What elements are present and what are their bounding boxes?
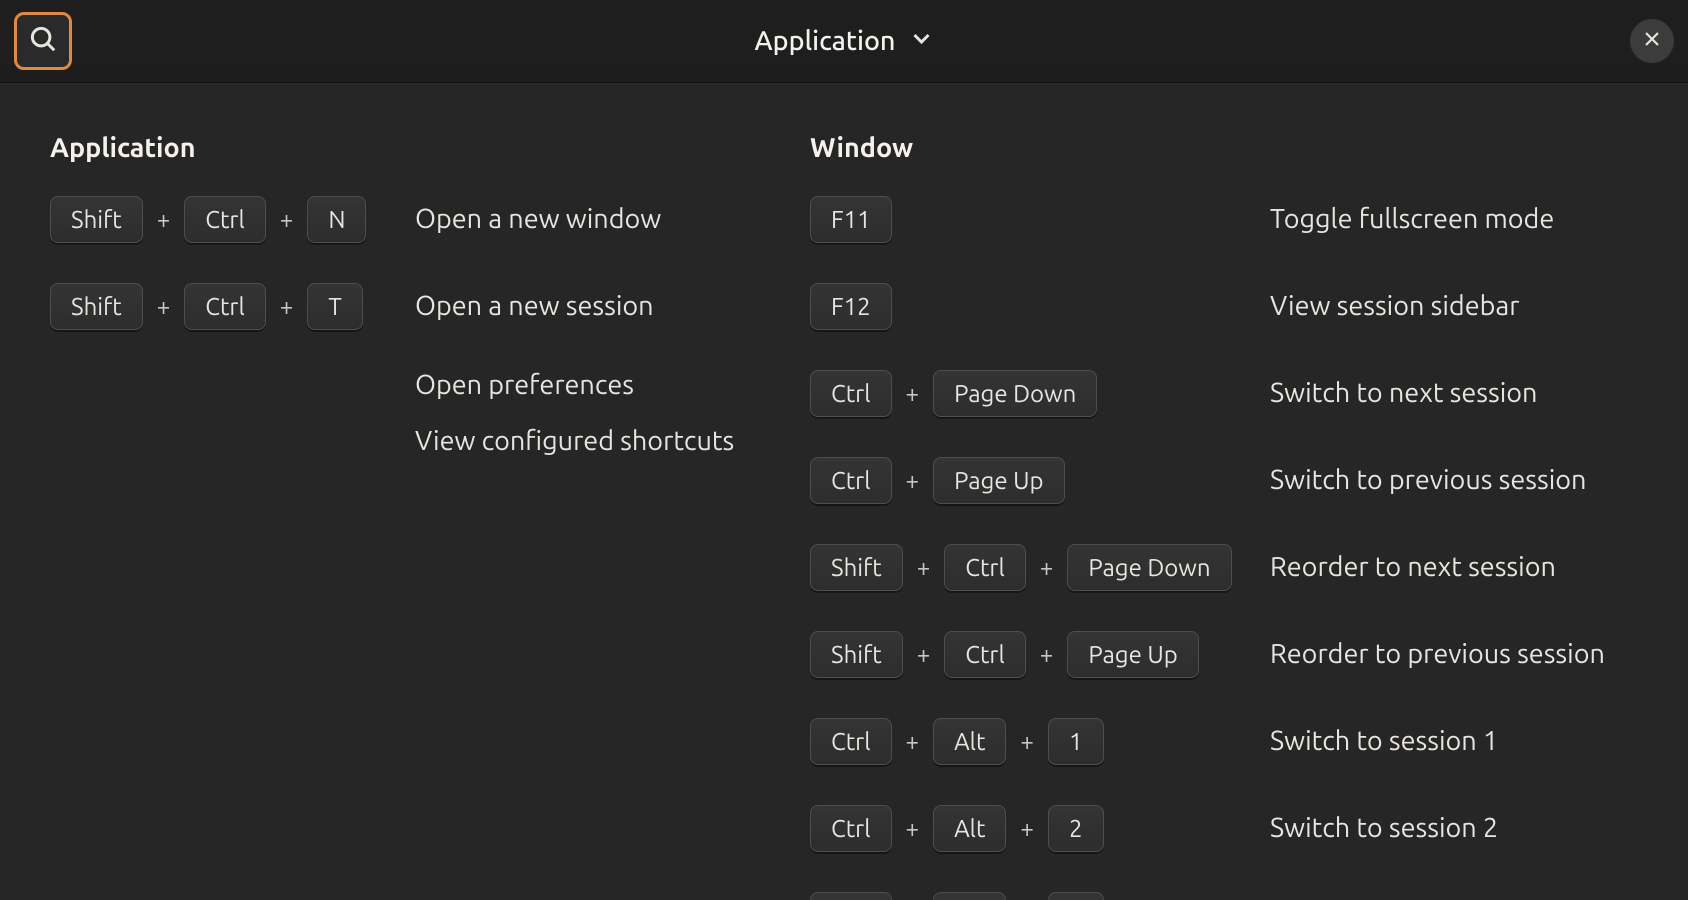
shortcut-description: Switch to next session [1270, 378, 1537, 408]
key-cap: Alt [933, 718, 1006, 765]
key-cap: Page Up [1067, 631, 1198, 678]
key-cap: 2 [1048, 805, 1104, 852]
shortcut-description: Switch to session 2 [1270, 813, 1498, 843]
key-cap: Alt [933, 892, 1006, 900]
key-cap: T [307, 283, 362, 330]
plus-separator: + [1016, 815, 1038, 842]
key-cap: Ctrl [944, 544, 1026, 591]
plus-separator: + [1036, 554, 1058, 581]
shortcut-description: View session sidebar [1270, 291, 1520, 321]
shortcut-keys: Shift + Ctrl + Page Down [810, 544, 1270, 591]
shortcut-keys: F12 [810, 283, 1270, 330]
plus-separator: + [902, 467, 924, 494]
shortcut-row: Open preferences [50, 365, 810, 405]
key-cap: F12 [810, 283, 892, 330]
key-cap: Ctrl [944, 631, 1026, 678]
plus-separator: + [1036, 641, 1058, 668]
shortcut-description: Switch to session 1 [1270, 726, 1498, 756]
key-cap: Ctrl [810, 457, 892, 504]
shortcut-row: Ctrl + Page Down Switch to next session [810, 365, 1638, 421]
plus-separator: + [276, 293, 298, 320]
shortcut-description: Toggle fullscreen mode [1270, 204, 1554, 234]
shortcut-description: Switch to previous session [1270, 465, 1586, 495]
shortcut-row: Shift + Ctrl + T Open a new session [50, 278, 810, 334]
shortcut-keys: Shift + Ctrl + Page Up [810, 631, 1270, 678]
key-cap: 1 [1048, 718, 1104, 765]
shortcut-row: F11 Toggle fullscreen mode [810, 191, 1638, 247]
key-cap: Shift [810, 544, 903, 591]
search-button[interactable] [14, 12, 72, 70]
column-application: Application Shift + Ctrl + N Open a new windo… [50, 133, 810, 900]
section-dropdown[interactable]: Application [754, 26, 933, 56]
key-cap: Ctrl [810, 370, 892, 417]
plus-separator: + [902, 728, 924, 755]
shortcut-keys: F11 [810, 196, 1270, 243]
key-cap: Shift [50, 283, 143, 330]
content-area: Application Shift + Ctrl + N Open a new windo… [0, 83, 1688, 900]
rows-window: F11 Toggle fullscreen mode F12 View session… [810, 191, 1638, 900]
shortcut-description: Reorder to previous session [1270, 639, 1605, 669]
shortcut-description: View configured shortcuts [415, 426, 734, 456]
shortcut-row: Ctrl+Alt+3Switch to session 3 [810, 887, 1638, 900]
rows-application: Shift + Ctrl + N Open a new window Shift + Ctrl +… [50, 191, 810, 477]
key-cap: F11 [810, 196, 892, 243]
key-cap: Shift [50, 196, 143, 243]
shortcut-keys: Ctrl+Alt+3 [810, 892, 1270, 900]
shortcut-description: Open preferences [415, 370, 634, 400]
close-icon [1643, 30, 1661, 52]
header-title: Application [754, 26, 895, 56]
key-cap: Shift [810, 631, 903, 678]
shortcut-row: Ctrl + Page Up Switch to previous session [810, 452, 1638, 508]
section-title-window: Window [810, 133, 1638, 163]
shortcut-keys: Shift + Ctrl + N [50, 196, 415, 243]
plus-separator: + [1016, 728, 1038, 755]
plus-separator: + [153, 293, 175, 320]
key-cap: Page Down [933, 370, 1097, 417]
section-title-application: Application [50, 133, 810, 163]
key-cap: Ctrl [184, 283, 266, 330]
shortcut-description: Open a new session [415, 291, 654, 321]
key-cap: N [307, 196, 366, 243]
plus-separator: + [276, 206, 298, 233]
plus-separator: + [153, 206, 175, 233]
shortcut-row: F12 View session sidebar [810, 278, 1638, 334]
shortcut-row: View configured shortcuts [50, 421, 810, 461]
search-icon [28, 24, 58, 58]
shortcut-row: Ctrl + Alt +2 Switch to session 2 [810, 800, 1638, 856]
shortcut-keys: Ctrl + Alt +1 [810, 718, 1270, 765]
shortcut-row: Shift + Ctrl + Page Up Reorder to previous se… [810, 626, 1638, 682]
plus-separator: + [902, 380, 924, 407]
key-cap: Page Down [1067, 544, 1231, 591]
shortcut-row: Shift + Ctrl + N Open a new window [50, 191, 810, 247]
plus-separator: + [902, 815, 924, 842]
chevron-down-icon [910, 26, 934, 56]
key-cap: Ctrl [184, 196, 266, 243]
shortcut-keys: Shift + Ctrl + T [50, 283, 415, 330]
shortcut-row: Shift + Ctrl + Page Down Reorder to next sess… [810, 539, 1638, 595]
key-cap: Ctrl [810, 805, 892, 852]
close-button[interactable] [1630, 19, 1674, 63]
key-cap: Ctrl [810, 718, 892, 765]
shortcut-keys: Ctrl + Page Down [810, 370, 1270, 417]
key-cap: 3 [1048, 892, 1104, 900]
key-cap: Ctrl [810, 892, 892, 900]
header-bar: Application [0, 0, 1688, 83]
key-cap: Page Up [933, 457, 1064, 504]
shortcut-keys: Ctrl + Page Up [810, 457, 1270, 504]
shortcut-description: Open a new window [415, 204, 661, 234]
plus-separator: + [913, 554, 935, 581]
plus-separator: + [913, 641, 935, 668]
key-cap: Alt [933, 805, 1006, 852]
shortcut-row: Ctrl + Alt +1 Switch to session 1 [810, 713, 1638, 769]
shortcut-keys: Ctrl + Alt +2 [810, 805, 1270, 852]
column-window: Window F11 Toggle fullscreen mode F12 View … [810, 133, 1638, 900]
shortcut-description: Reorder to next session [1270, 552, 1556, 582]
